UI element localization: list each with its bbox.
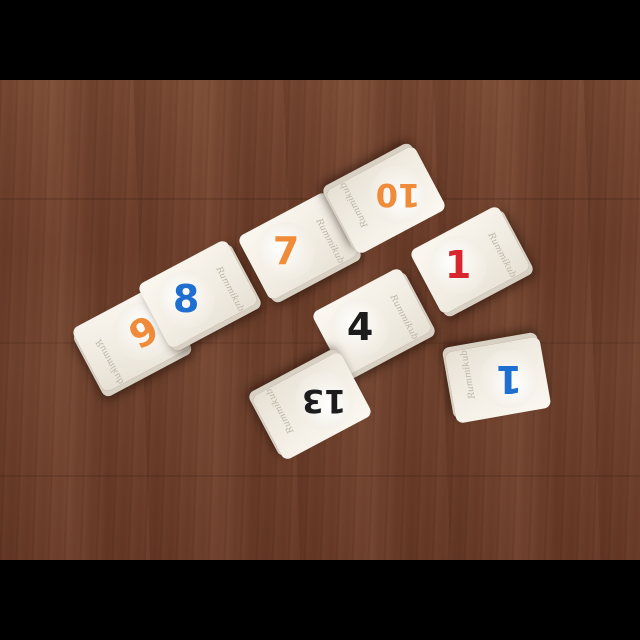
tile-number: 1	[444, 243, 472, 288]
tile-number: 13	[301, 381, 347, 420]
rummikub-tile-red-1: 1 Rummikub	[408, 204, 532, 316]
rummikub-tile-blue-1: 1 Rummikub	[444, 336, 552, 424]
tile-number: 4	[346, 305, 374, 350]
photo-wood-table: 6 Rummikub 8 Rummikub 7 Rummikub 10 Rumm…	[0, 80, 640, 560]
tile-number: 1	[495, 357, 523, 402]
wood-plank-seam	[0, 475, 640, 477]
tile-number: 8	[172, 277, 200, 322]
tile-brand-mark: Rummikub	[459, 349, 478, 400]
tile-number: 7	[272, 229, 300, 274]
tile-number: 10	[375, 175, 421, 214]
